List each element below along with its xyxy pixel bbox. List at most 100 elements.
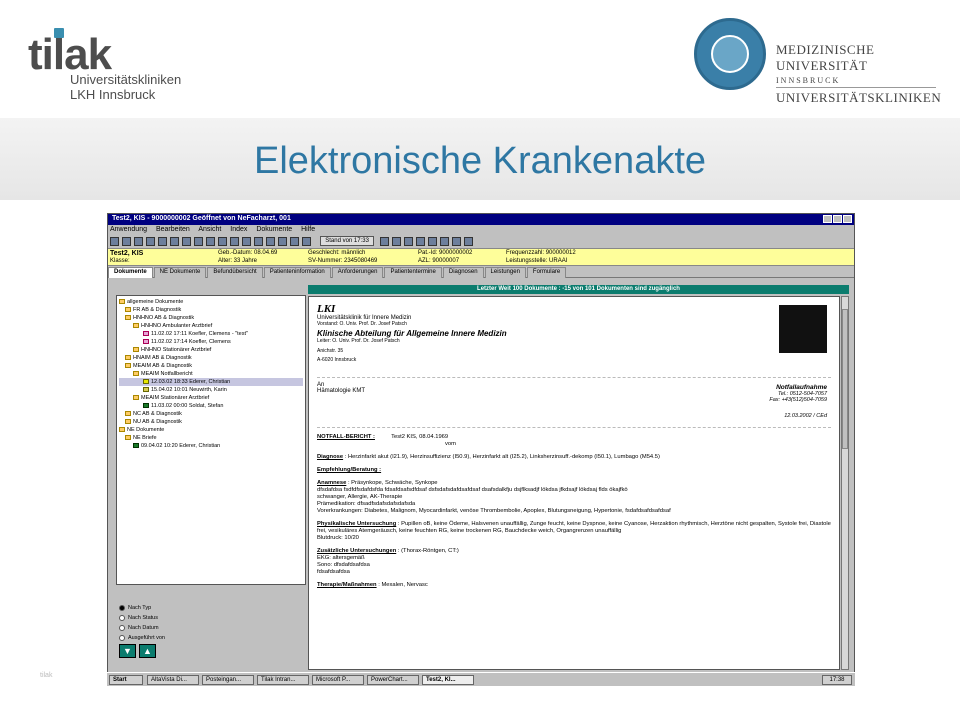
toolbar-find-icon[interactable]	[182, 236, 191, 246]
tab-diagnosen[interactable]: Diagnosen	[442, 267, 484, 278]
toolbar-doc-icon[interactable]	[194, 236, 203, 246]
patient-name: Test2, KIS	[110, 250, 144, 257]
anamnese-section: Anamnese : Präsynkope, Schwäche, Synkope…	[317, 480, 671, 514]
document-icon	[143, 379, 149, 385]
slide-header: tilak Universitätskliniken LKH Innsbruck…	[0, 0, 960, 118]
taskbar-item[interactable]: AltaVista Di...	[147, 675, 199, 685]
tree-item[interactable]: HNHNO Ambulanter Arztbrief	[119, 322, 303, 330]
toolbar-grid-icon[interactable]	[218, 236, 227, 246]
toolbar-zoom-icon[interactable]	[440, 236, 450, 246]
window-titlebar[interactable]: Test2, KIS - 9000000002 Geöffnet von NeF…	[108, 214, 854, 225]
toolbar-undo-icon[interactable]	[416, 236, 426, 246]
menu-hilfe[interactable]: Hilfe	[301, 226, 315, 233]
document-scrollbar[interactable]	[841, 296, 849, 670]
toolbar-down-icon[interactable]	[146, 236, 155, 246]
nav-arrows: ▼ ▲	[119, 644, 159, 658]
tree-item[interactable]: HNHNO Stationärer Arztbrief	[119, 346, 303, 354]
tab-patiententermine[interactable]: Patiententermine	[384, 267, 442, 278]
menu-index[interactable]: Index	[230, 226, 247, 233]
tree-item[interactable]: HNHNO AB & Diagnostik	[119, 314, 303, 322]
taskbar-item[interactable]: Microsoft P...	[312, 675, 364, 685]
menubar: Anwendung Bearbeiten Ansicht Index Dokum…	[108, 225, 854, 235]
tree-item[interactable]: 15.04.02 10:01 Neuwirth, Karin	[119, 386, 303, 394]
tree-item[interactable]: MEAIM AB & Diagnostik	[119, 362, 303, 370]
radio-icon[interactable]	[119, 634, 125, 641]
toolbar-up-icon[interactable]	[134, 236, 143, 246]
toolbar-paste-icon[interactable]	[404, 236, 414, 246]
taskbar-item[interactable]: PowerChart...	[367, 675, 419, 685]
taskbar-item[interactable]: Tilak Intran...	[257, 675, 309, 685]
tree-item[interactable]: NE Briefe	[119, 434, 303, 442]
sort-by-type[interactable]: Nach Typ	[119, 603, 165, 613]
tree-item[interactable]: 11.02.02 17:14 Koefler, Clemens	[119, 338, 303, 346]
taskbar-item-active[interactable]: Test2, KI...	[422, 675, 474, 685]
toolbar-forward-icon[interactable]	[122, 236, 131, 246]
toolbar-copy-icon[interactable]	[392, 236, 402, 246]
arrow-up-icon[interactable]: ▲	[139, 644, 156, 658]
menu-ansicht[interactable]: Ansicht	[198, 226, 221, 233]
muni-line2: INNSBRUCK	[776, 76, 841, 85]
toolbar-print-icon[interactable]	[170, 236, 179, 246]
tree-item[interactable]: MEAIM Notfallbericht	[119, 370, 303, 378]
tab-leistungen[interactable]: Leistungen	[484, 267, 526, 278]
minimize-button[interactable]	[823, 215, 832, 223]
tree-item-selected[interactable]: 12.03.02 18:33 Ederer, Christian	[119, 378, 303, 386]
document-tree[interactable]: allgemeine Dokumente FR AB & Diagnostik …	[116, 295, 306, 585]
tab-anforderungen[interactable]: Anforderungen	[331, 267, 384, 278]
folder-icon	[119, 427, 125, 433]
tree-item[interactable]: HNAIM AB & Diagnostik	[119, 354, 303, 362]
document-icon	[143, 403, 149, 409]
tab-patienteninformation[interactable]: Patienteninformation	[263, 267, 331, 278]
stand-button[interactable]: Stand von 17:33	[320, 236, 374, 246]
menu-dokumente[interactable]: Dokumente	[256, 226, 292, 233]
document-icon	[143, 331, 149, 337]
toolbar-folder-icon[interactable]	[290, 236, 299, 246]
radio-icon[interactable]	[119, 624, 125, 631]
toolbar-home-icon[interactable]	[158, 236, 167, 246]
patient-geb: Geb.-Datum: 08.04.69	[218, 250, 278, 256]
tree-item[interactable]: FR AB & Diagnostik	[119, 306, 303, 314]
sort-by-date[interactable]: Nach Datum	[119, 623, 165, 633]
toolbar-help-icon[interactable]	[452, 236, 462, 246]
toolbar-check-icon[interactable]	[302, 236, 311, 246]
zusaetzliche-section: Zusätzliche Untersuchungen : (Thorax-Rön…	[317, 548, 459, 575]
toolbar-mail-icon[interactable]	[242, 236, 251, 246]
tree-item[interactable]: 09.04.02 10:20 Ederer, Christian	[119, 442, 303, 450]
radio-icon[interactable]	[119, 604, 125, 611]
toolbar-info-icon[interactable]	[464, 236, 474, 246]
tree-item[interactable]: NC AB & Diagnostik	[119, 410, 303, 418]
toolbar-back-icon[interactable]	[110, 236, 119, 246]
arrow-down-icon[interactable]: ▼	[119, 644, 136, 658]
tree-item[interactable]: MEAIM Stationärer Arztbrief	[119, 394, 303, 402]
toolbar-edit-icon[interactable]	[254, 236, 263, 246]
maximize-button[interactable]	[833, 215, 842, 223]
tab-ne-dokumente[interactable]: NE Dokumente	[153, 267, 207, 278]
close-button[interactable]	[843, 215, 852, 223]
toolbar-phone-icon[interactable]	[278, 236, 287, 246]
notfall-fax: Fax: +43(512)504-7059	[769, 397, 827, 403]
tree-item[interactable]: NE Dokumente	[119, 426, 303, 434]
notfall-title: Notfallaufnahme	[776, 384, 827, 391]
tree-item[interactable]: 11.02.02 17:11 Koefler, Clemens - "test"	[119, 330, 303, 338]
tab-befunduebersicht[interactable]: Befundübersicht	[207, 267, 263, 278]
muni-divider	[776, 87, 936, 88]
sort-by-author[interactable]: Ausgeführt von	[119, 633, 165, 643]
lki-logo: LKI	[317, 303, 336, 315]
menu-bearbeiten[interactable]: Bearbeiten	[156, 226, 190, 233]
sort-by-status[interactable]: Nach Status	[119, 613, 165, 623]
toolbar-calendar-icon[interactable]	[230, 236, 239, 246]
toolbar-chart-icon[interactable]	[266, 236, 275, 246]
menu-anwendung[interactable]: Anwendung	[110, 226, 147, 233]
start-button[interactable]: Start	[109, 675, 143, 685]
tab-dokumente[interactable]: Dokumente	[108, 267, 153, 278]
taskbar-item[interactable]: Posteingan...	[202, 675, 254, 685]
tab-formulare[interactable]: Formulare	[526, 267, 567, 278]
toolbar-delete-icon[interactable]	[428, 236, 438, 246]
tree-item[interactable]: 11.03.02 00:00 Soldat, Stefan	[119, 402, 303, 410]
toolbar-list-icon[interactable]	[206, 236, 215, 246]
tree-item[interactable]: allgemeine Dokumente	[119, 298, 303, 306]
tree-item[interactable]: NU AB & Diagnostik	[119, 418, 303, 426]
scrollbar-thumb[interactable]	[842, 309, 848, 449]
toolbar-cut-icon[interactable]	[380, 236, 390, 246]
radio-icon[interactable]	[119, 614, 125, 621]
